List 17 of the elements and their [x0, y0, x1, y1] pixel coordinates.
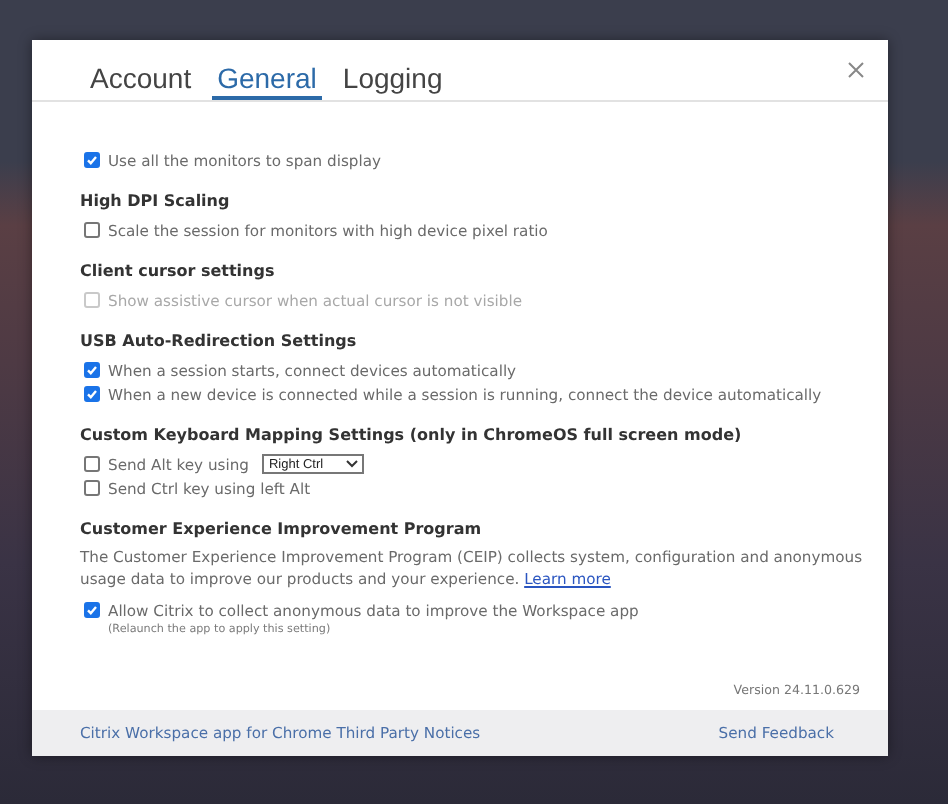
checkbox[interactable] — [84, 456, 100, 472]
section-heading: Customer Experience Improvement Program — [80, 518, 484, 540]
section-heading: USB Auto-Redirection Settings — [80, 330, 359, 352]
chevron-icon — [346, 460, 359, 468]
checkbox[interactable] — [84, 362, 100, 378]
checkbox[interactable] — [84, 222, 100, 238]
checkbox[interactable] — [84, 152, 100, 168]
checkbox[interactable] — [84, 386, 100, 402]
close-icon[interactable] — [848, 62, 864, 78]
tab[interactable]: Account — [84, 62, 198, 100]
checkbox[interactable] — [84, 480, 100, 496]
section-heading: Custom Keyboard Mapping Settings (only in ChromeOS full screen mode) — [80, 424, 744, 446]
tab[interactable]: General — [211, 62, 323, 100]
checkbox[interactable] — [84, 602, 100, 618]
section-heading: Client cursor settings — [80, 260, 277, 282]
tab[interactable]: Logging — [336, 62, 449, 100]
section-heading: High DPI Scaling — [80, 190, 232, 212]
